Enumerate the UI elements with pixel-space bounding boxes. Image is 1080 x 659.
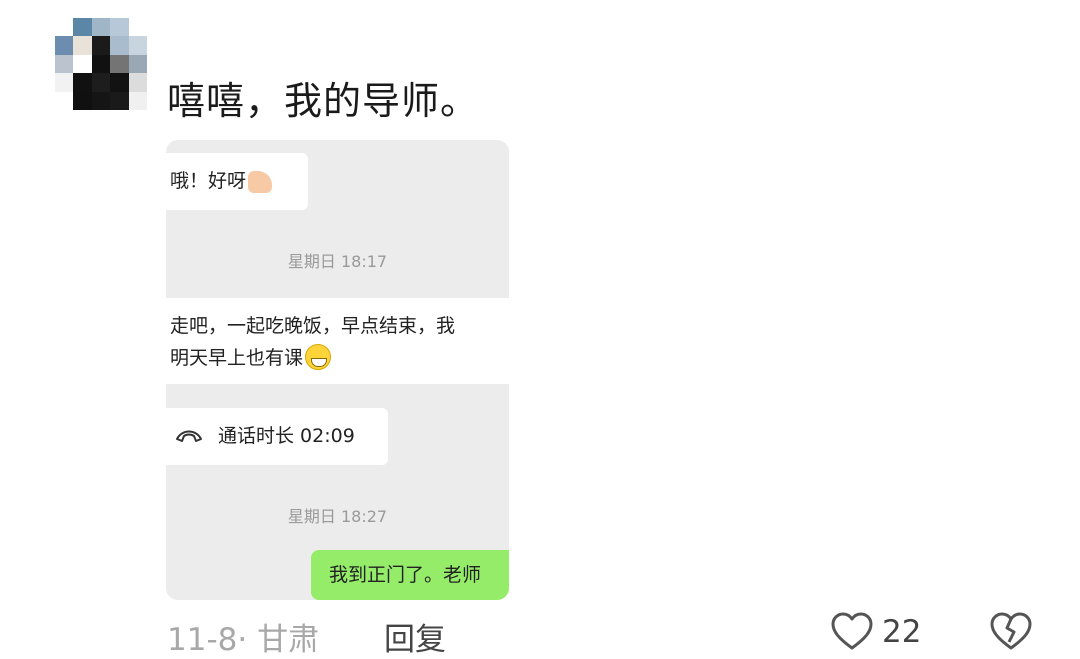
like-count: 22 [882,614,922,650]
call-record-message: 通话时长 02:09 [166,408,388,465]
message-text: 哦！好呀 [170,170,247,192]
date-location: 11-8· 甘肃 [167,622,320,658]
message-text-line: 明天早上也有课 [170,347,304,369]
timestamp: 星期日 18:27 [287,507,388,526]
chat-screenshot-image: 哦！好呀 星期日 18:17 走吧，一起吃晚饭，早点结束，我 明天早上也有课 通… [166,140,509,600]
comment-text: 嘻嘻，我的导师。 [167,79,480,123]
phone-hangup-icon [176,430,202,442]
reply-button[interactable]: 回复 [384,614,446,659]
broken-heart-icon [990,612,1032,650]
timestamp: 星期日 18:17 [287,252,388,271]
thumbs-up-emoji-icon [248,171,273,193]
comment-footer: 11-8· 甘肃 回复 22 [167,612,1080,659]
heart-outline-icon [831,612,873,650]
message-text: 我到正门了。老师 [329,564,482,586]
like-button[interactable]: 22 [830,612,921,652]
received-message: 走吧，一起吃晚饭，早点结束，我 明天早上也有课 [166,298,509,384]
sent-message: 我到正门了。老师 [311,550,509,600]
dislike-button[interactable] [989,612,1033,656]
call-duration-text: 通话时长 02:09 [218,425,355,447]
received-message: 哦！好呀 [166,153,308,210]
grinning-face-emoji-icon [305,344,332,370]
message-text-line: 走吧，一起吃晚饭，早点结束，我 [170,315,456,337]
avatar[interactable] [55,18,147,110]
